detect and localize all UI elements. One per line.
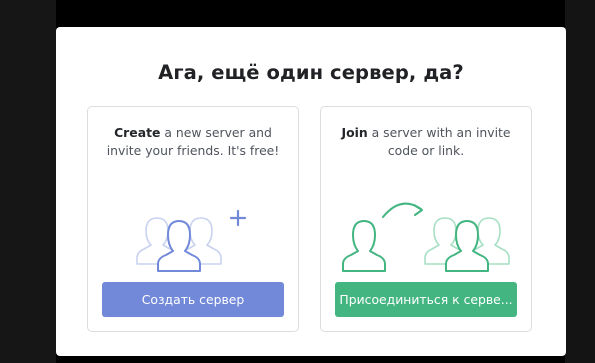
join-card-line-1: Join a server with an invite	[321, 124, 531, 142]
join-server-card[interactable]: Join a server with an invite code or lin…	[320, 106, 532, 332]
background-app-right	[565, 0, 595, 363]
create-server-card[interactable]: Create a new server and invite your frie…	[87, 106, 299, 332]
join-server-button[interactable]: Присоединиться к серве...	[335, 282, 517, 317]
create-server-button[interactable]: Создать сервер	[102, 282, 284, 317]
users-plus-icon	[136, 209, 247, 272]
create-card-description: Create a new server and invite your frie…	[88, 124, 298, 160]
create-card-line-2: invite your friends. It's free!	[106, 143, 280, 158]
join-card-description: Join a server with an invite code or lin…	[321, 124, 531, 160]
modal-title: Ага, ещё один сервер, да?	[158, 61, 464, 84]
create-card-line-1: Create a new server and	[88, 124, 298, 142]
user-arrow-group-icon	[342, 202, 510, 272]
join-card-line-1-rest: a server with an invite	[367, 125, 511, 140]
create-card-keyword: Create	[114, 125, 161, 140]
background-app-left	[0, 0, 56, 363]
create-or-join-server-modal: Ага, ещё один сервер, да? Create a new s…	[56, 27, 566, 356]
join-card-line-2: code or link.	[387, 143, 465, 158]
join-card-keyword: Join	[341, 125, 368, 140]
create-card-line-1-rest: a new server and	[160, 125, 272, 140]
